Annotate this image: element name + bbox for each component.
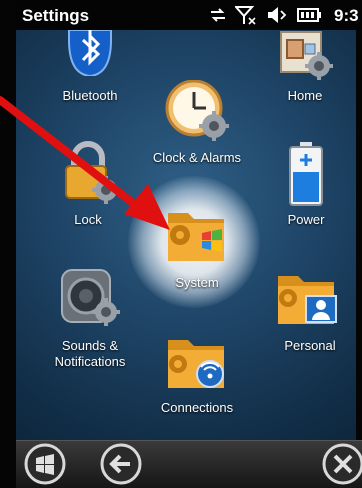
home-icon xyxy=(275,30,337,87)
tile-label: Home xyxy=(287,88,323,103)
battery-power-icon xyxy=(288,142,324,213)
back-arrow-icon[interactable] xyxy=(100,443,142,485)
windows-start-icon[interactable] xyxy=(24,443,66,485)
device-bezel xyxy=(0,0,16,488)
connections-folder-icon xyxy=(166,336,230,397)
battery-icon[interactable] xyxy=(296,5,322,30)
tile-system[interactable]: System xyxy=(152,205,242,295)
tile-sounds-notifications[interactable]: Sounds & Notifications xyxy=(40,268,140,372)
softkey-bar xyxy=(16,440,362,488)
tile-label: Bluetooth xyxy=(62,88,118,103)
status-bar: Settings 9:3 xyxy=(16,0,362,30)
tile-label: Sounds & Notifications xyxy=(54,338,126,369)
system-folder-icon xyxy=(166,205,232,270)
tile-personal[interactable]: Personal xyxy=(268,272,352,362)
close-icon[interactable] xyxy=(322,443,362,485)
personal-folder-icon xyxy=(276,272,342,333)
tile-home[interactable]: Home xyxy=(265,30,345,110)
settings-screen: Settings 9:3 Bluetooth Home Clock & Alar… xyxy=(0,0,362,488)
clock-time: 9:3 xyxy=(334,6,359,25)
padlock-icon xyxy=(60,140,122,209)
tile-clock-alarms[interactable]: Clock & Alarms xyxy=(140,79,254,170)
data-sync-icon[interactable] xyxy=(208,5,228,30)
tile-label: Connections xyxy=(160,400,234,415)
device-bezel xyxy=(356,0,362,488)
tile-bluetooth[interactable]: Bluetooth xyxy=(40,29,140,110)
speaker-icon[interactable] xyxy=(266,5,288,30)
tile-label: Clock & Alarms xyxy=(152,150,242,165)
speaker-gear-icon xyxy=(58,268,124,335)
tile-label: System xyxy=(175,275,219,290)
bluetooth-icon xyxy=(65,29,115,81)
tile-label: Personal xyxy=(284,338,336,353)
tile-lock[interactable]: Lock xyxy=(48,140,128,230)
window-title: Settings xyxy=(22,6,90,25)
tile-power[interactable]: Power xyxy=(268,142,344,232)
clock-icon xyxy=(164,79,230,147)
tile-connections[interactable]: Connections xyxy=(150,336,244,420)
tile-label: Lock xyxy=(74,212,102,227)
no-signal-icon[interactable] xyxy=(233,5,257,30)
tile-label: Power xyxy=(287,212,325,227)
